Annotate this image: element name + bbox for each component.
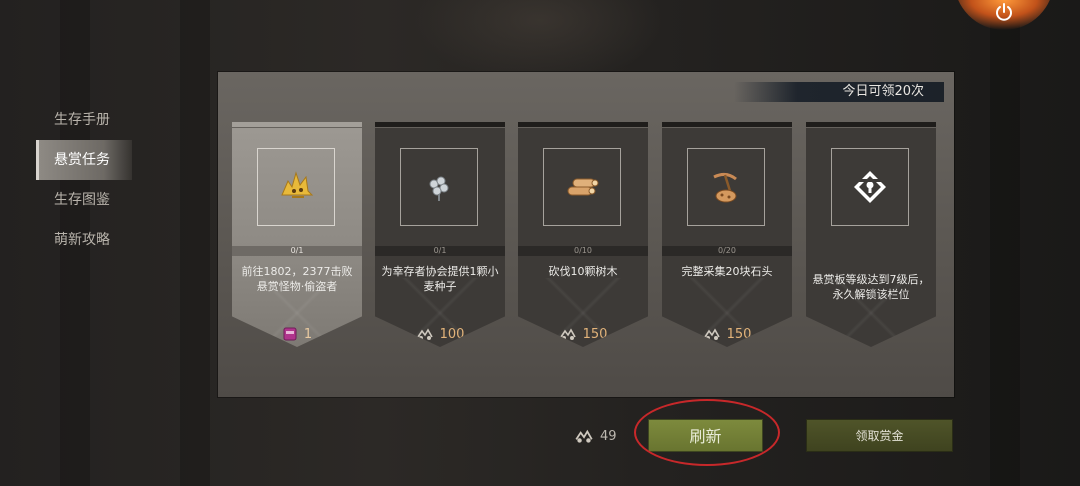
refresh-button[interactable]: 刷新 — [648, 419, 763, 452]
reward: 1 — [232, 324, 362, 344]
currency-balance: 49 — [574, 426, 617, 446]
lock-slot-icon — [831, 148, 909, 226]
currency-icon — [416, 328, 433, 340]
reward-amount: 150 — [582, 326, 608, 342]
monster-thief-icon — [257, 148, 335, 226]
currency-icon — [703, 328, 720, 340]
reward: 150 — [662, 324, 792, 344]
wheat-seed-icon — [400, 148, 478, 226]
bounty-card-locked[interactable]: 悬赏板等级达到7级后，永久解锁该栏位 — [806, 122, 936, 347]
reward: 100 — [375, 324, 505, 344]
bounty-card-3[interactable]: 0/10 砍伐10颗树木 150 — [518, 122, 648, 347]
task-description: 前往1802，2377击败悬赏怪物·偷盗者 — [241, 265, 353, 293]
bounty-card-2[interactable]: 0/1 为幸存者协会提供1颗小麦种子 100 — [375, 122, 505, 347]
side-nav: 生存手册 悬赏任务 生存图鉴 萌新攻略 — [36, 100, 132, 260]
progress-label: 0/1 — [375, 246, 505, 256]
pickaxe-stone-icon — [687, 148, 765, 226]
bounty-card-4[interactable]: 0/20 完整采集20块石头 150 — [662, 122, 792, 347]
nav-item-bounty-tasks[interactable]: 悬赏任务 — [36, 140, 132, 180]
reward: 150 — [518, 324, 648, 344]
reward-amount: 100 — [439, 326, 465, 342]
currency-icon — [575, 429, 593, 443]
nav-item-beginner-guide[interactable]: 萌新攻略 — [36, 220, 132, 260]
task-description: 为幸存者协会提供1颗小麦种子 — [381, 265, 499, 293]
progress-label: 0/1 — [232, 246, 362, 256]
reward-amount: 1 — [303, 326, 313, 342]
task-description: 悬赏板等级达到7级后，永久解锁该栏位 — [812, 273, 930, 301]
currency-amount: 49 — [600, 428, 617, 444]
currency-icon — [559, 328, 576, 340]
task-description: 砍伐10颗树木 — [548, 265, 618, 278]
task-description: 完整采集20块石头 — [681, 265, 773, 278]
reward-amount: 150 — [726, 326, 752, 342]
progress-label: 0/10 — [518, 246, 648, 256]
nav-item-survival-codex[interactable]: 生存图鉴 — [36, 180, 132, 220]
power-icon — [996, 3, 1012, 21]
daily-limit-badge: 今日可领20次 — [734, 82, 944, 102]
ticket-icon — [283, 327, 297, 341]
bounty-board-panel: 今日可领20次 0/1 前往1802，2377击败悬赏怪物·偷盗者 1 0/1 … — [218, 72, 954, 397]
wood-log-icon — [543, 148, 621, 226]
bounty-card-1[interactable]: 0/1 前往1802，2377击败悬赏怪物·偷盗者 1 — [232, 122, 362, 347]
nav-item-survival-manual[interactable]: 生存手册 — [36, 100, 132, 140]
progress-label: 0/20 — [662, 246, 792, 256]
claim-reward-button[interactable]: 领取赏金 — [806, 419, 953, 452]
